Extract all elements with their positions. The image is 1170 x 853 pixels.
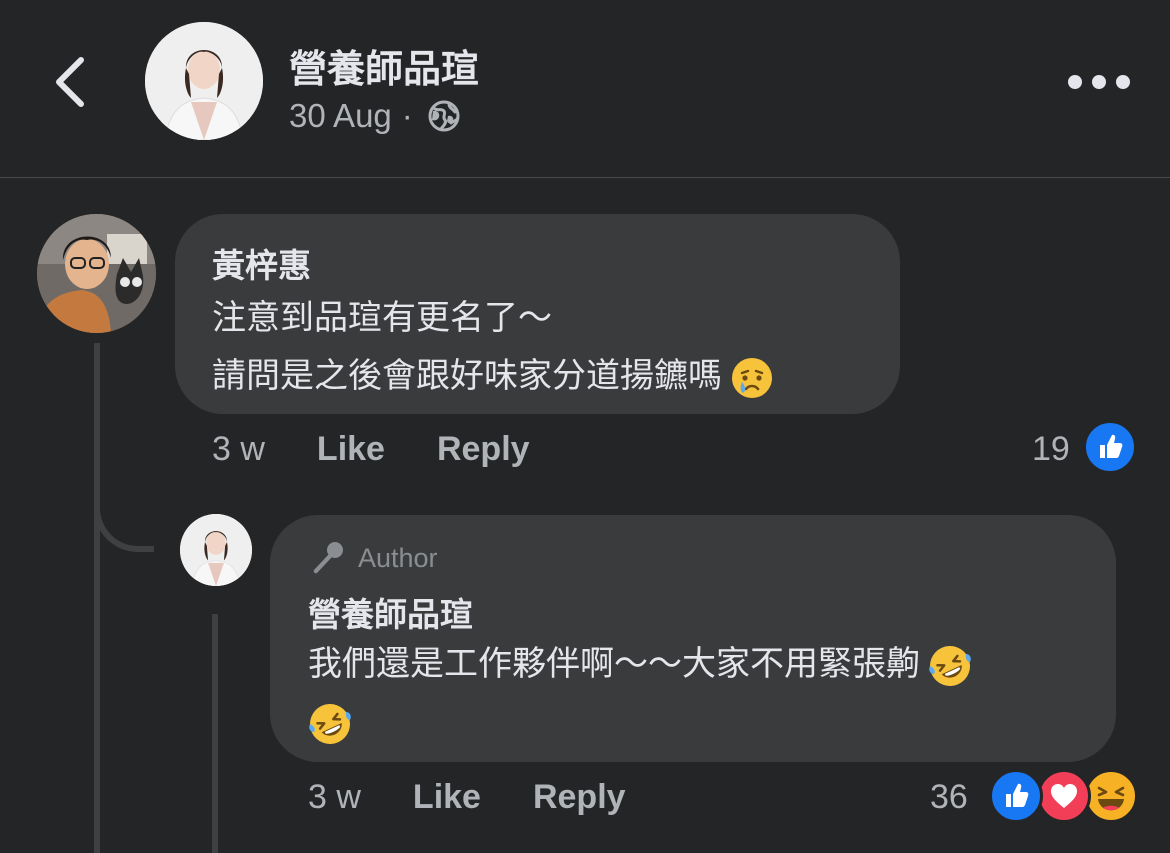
reply-text: 我們還是工作夥伴啊～～大家不用緊張齁: [308, 645, 920, 683]
reaction-count[interactable]: 36: [930, 778, 968, 817]
rolling-on-floor-laughing-emoji: [309, 704, 351, 745]
reply-timestamp[interactable]: 3 w: [308, 778, 361, 817]
like-button[interactable]: Like: [317, 430, 385, 469]
reply-text-line-2: [308, 692, 352, 753]
post-meta: 30 Aug ·: [289, 97, 461, 135]
like-button[interactable]: Like: [413, 778, 481, 817]
more-options-button[interactable]: [1068, 66, 1130, 98]
reply-actions: 3 w Like Reply: [308, 778, 626, 817]
comment-text-line: 注意到品瑄有更名了～: [212, 299, 552, 337]
author-badge-label: Author: [358, 542, 438, 573]
crying-face-emoji: [732, 358, 772, 399]
love-reaction-icon[interactable]: [1037, 769, 1091, 823]
header-divider: [0, 177, 1170, 178]
like-reaction-icon[interactable]: [989, 769, 1043, 823]
page-avatar[interactable]: [145, 22, 263, 140]
thread-connector: [94, 480, 154, 552]
comment-actions: 3 w Like Reply: [212, 430, 530, 469]
more-dot: [1116, 75, 1130, 89]
more-dot: [1092, 75, 1106, 89]
reaction-count[interactable]: 19: [1032, 430, 1070, 469]
comment-author[interactable]: 黃梓惠: [212, 239, 311, 287]
chevron-left-icon: [56, 57, 84, 107]
comment-text: 請問是之後會跟好味家分道揚鑣嗎: [212, 357, 722, 395]
reply-author[interactable]: 營養師品瑄: [308, 588, 473, 636]
back-button[interactable]: [40, 50, 100, 114]
haha-reaction-icon[interactable]: [1084, 769, 1138, 823]
comment-text-line-2: 請問是之後會跟好味家分道揚鑣嗎: [212, 346, 774, 407]
like-reaction-icon[interactable]: [1083, 420, 1137, 474]
reply-button[interactable]: Reply: [533, 778, 626, 817]
comment-timestamp[interactable]: 3 w: [212, 430, 265, 469]
post-date[interactable]: 30 Aug: [289, 97, 392, 135]
microphone-icon: [313, 542, 343, 574]
post-header: 營養師品瑄 30 Aug ·: [0, 0, 1170, 177]
reply-text-line: 我們還是工作夥伴啊～～大家不用緊張齁: [308, 634, 972, 695]
reply-button[interactable]: Reply: [437, 430, 530, 469]
meta-separator: ·: [401, 97, 413, 134]
page-name[interactable]: 營養師品瑄: [289, 38, 479, 93]
thread-line: [212, 614, 218, 853]
thread-line: [94, 343, 100, 853]
globe-icon: [428, 100, 460, 132]
author-badge: Author: [308, 540, 438, 576]
rolling-on-floor-laughing-emoji: [929, 646, 971, 687]
reply-author-avatar[interactable]: [180, 514, 252, 586]
more-dot: [1068, 75, 1082, 89]
commenter-avatar[interactable]: [37, 214, 156, 333]
